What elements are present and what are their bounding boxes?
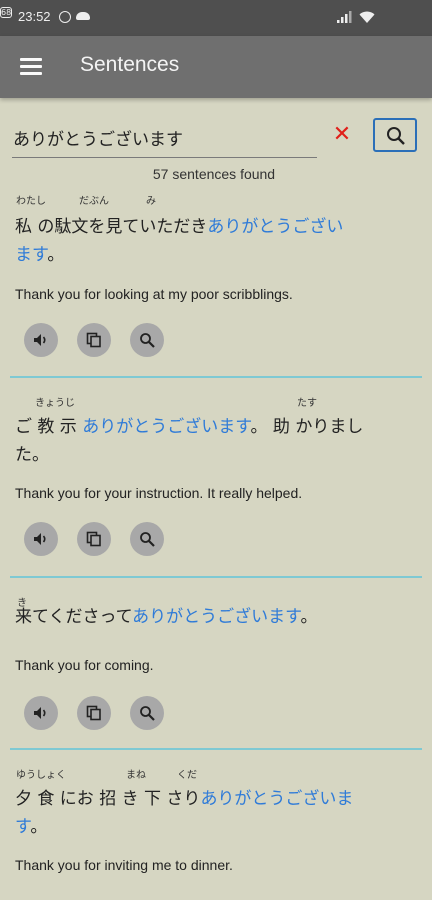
search-button[interactable] bbox=[373, 118, 417, 152]
page-title: Sentences bbox=[80, 53, 180, 76]
list-item: わたし だぶん み 私 の駄文を見ていただきありがとうござい ます。 Thank… bbox=[0, 190, 432, 378]
lookup-button[interactable] bbox=[130, 696, 164, 730]
english-translation: Thank you for looking at my poor scribbl… bbox=[15, 286, 293, 302]
furigana: きょうじ bbox=[35, 398, 75, 409]
query-highlight: ありがとうございます bbox=[132, 607, 301, 627]
english-translation: Thank you for your instruction. It reall… bbox=[15, 485, 303, 501]
cloud-icon bbox=[76, 12, 90, 20]
search-icon bbox=[140, 333, 155, 348]
results-list: わたし だぶん み 私 の駄文を見ていただきありがとうござい ます。 Thank… bbox=[0, 190, 432, 890]
query-highlight: ありがとうござい bbox=[207, 217, 344, 237]
whatsapp-icon bbox=[59, 11, 71, 23]
search-icon bbox=[140, 706, 155, 721]
list-item: き 来てくださってありがとうございます。 Thank you for comin… bbox=[0, 578, 432, 750]
furigana: わたし bbox=[16, 196, 46, 207]
query-highlight: ありがとうございま bbox=[200, 789, 354, 809]
english-translation: Thank you for inviting me to dinner. bbox=[15, 857, 233, 873]
lookup-button[interactable] bbox=[130, 323, 164, 357]
english-translation: Thank you for coming. bbox=[15, 657, 154, 673]
status-time: 23:52 bbox=[18, 9, 51, 24]
speaker-icon bbox=[34, 707, 46, 719]
search-icon bbox=[387, 127, 405, 145]
japanese-sentence: 夕 食 にお 招 き 下 さりありがとうございま bbox=[15, 789, 354, 809]
play-audio-button[interactable] bbox=[24, 696, 58, 730]
furigana: み bbox=[146, 196, 156, 207]
lookup-button[interactable] bbox=[130, 522, 164, 556]
query-highlight: ありがとうございます bbox=[82, 417, 251, 437]
app-bar: Sentences bbox=[0, 36, 432, 98]
close-icon[interactable]: ✕ bbox=[331, 124, 353, 146]
status-bar: 23:52 68 bbox=[0, 0, 432, 36]
japanese-sentence: 来てくださってありがとうございます。 bbox=[15, 607, 318, 627]
list-item: きょうじ たす ご 教 示 ありがとうございます。 助 かりまし た。 Than… bbox=[0, 378, 432, 578]
query-highlight: ます bbox=[15, 245, 48, 265]
speaker-icon bbox=[34, 533, 46, 545]
result-count: 57 sentences found bbox=[152, 166, 276, 182]
furigana: ゆうしょく bbox=[16, 770, 66, 781]
copy-button[interactable] bbox=[77, 323, 111, 357]
japanese-sentence-cont: た。 bbox=[15, 445, 49, 465]
copy-button[interactable] bbox=[77, 522, 111, 556]
play-audio-button[interactable] bbox=[24, 522, 58, 556]
copy-icon bbox=[86, 332, 101, 348]
furigana: まね bbox=[126, 770, 146, 781]
japanese-sentence-cont: ます。 bbox=[15, 245, 65, 265]
hamburger-menu-icon[interactable] bbox=[20, 58, 42, 76]
copy-icon bbox=[86, 705, 101, 721]
battery-icon: 68 bbox=[0, 7, 13, 18]
japanese-sentence-cont: す。 bbox=[15, 817, 48, 837]
speaker-icon bbox=[34, 334, 46, 346]
search-input[interactable] bbox=[12, 118, 317, 158]
list-item: ゆうしょく まね くだ 夕 食 にお 招 き 下 さりありがとうございま す。 … bbox=[0, 750, 432, 890]
signal-icon bbox=[337, 11, 352, 23]
furigana: くだ bbox=[177, 770, 197, 781]
copy-icon bbox=[86, 531, 101, 547]
furigana: だぶん bbox=[79, 196, 109, 207]
query-highlight: す bbox=[15, 817, 31, 837]
search-icon bbox=[140, 532, 155, 547]
wifi-icon bbox=[359, 11, 375, 23]
copy-button[interactable] bbox=[77, 696, 111, 730]
japanese-sentence: ご 教 示 ありがとうございます。 助 かりまし bbox=[15, 417, 364, 437]
japanese-sentence: 私 の駄文を見ていただきありがとうござい bbox=[15, 217, 344, 237]
furigana: たす bbox=[297, 398, 317, 409]
play-audio-button[interactable] bbox=[24, 323, 58, 357]
